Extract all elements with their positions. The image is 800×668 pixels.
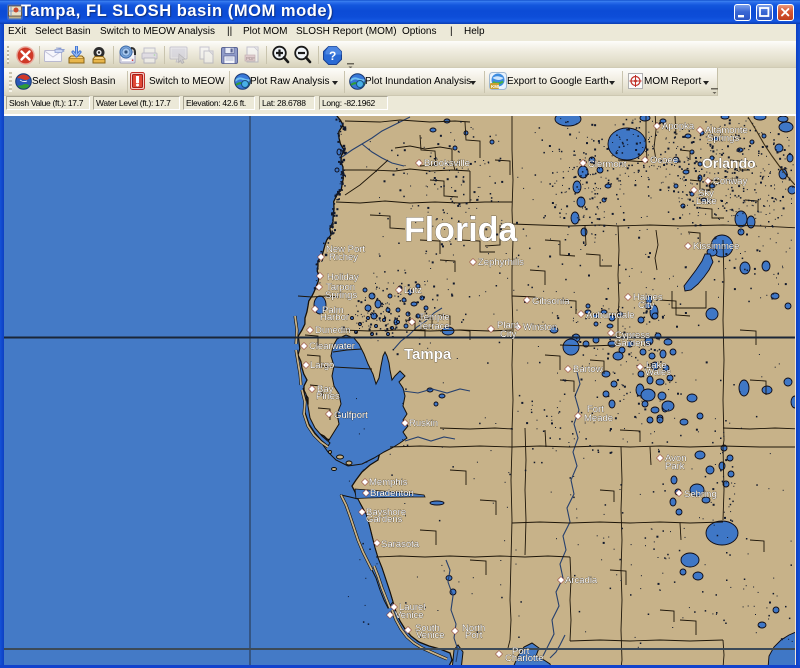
svg-text:Lake: Lake: [696, 196, 717, 207]
svg-text:Harbor: Harbor: [320, 312, 349, 323]
svg-text:Ocoee: Ocoee: [650, 155, 678, 166]
svg-text:Park: Park: [665, 461, 685, 472]
svg-text:Ruskin: Ruskin: [409, 418, 438, 429]
svg-text:Zephyrhills: Zephyrhills: [478, 257, 524, 268]
svg-text:Pines: Pines: [316, 391, 340, 402]
svg-text:KML: KML: [491, 84, 501, 89]
svg-text:Dunedin: Dunedin: [315, 325, 350, 336]
svg-text:Bartow: Bartow: [573, 364, 603, 375]
svg-text:Winston: Winston: [523, 322, 557, 333]
svg-text:Richey: Richey: [329, 252, 358, 263]
svg-text:Venice: Venice: [416, 630, 445, 641]
svg-text:Kissimmee: Kissimmee: [693, 241, 739, 252]
svg-text:Clermont: Clermont: [588, 159, 627, 170]
svg-text:Springs: Springs: [707, 133, 739, 144]
svg-text:Wales: Wales: [645, 367, 671, 378]
svg-text:Meade: Meade: [584, 413, 613, 424]
svg-text:Lutz: Lutz: [404, 285, 422, 296]
svg-text:City: City: [500, 329, 517, 340]
svg-text:Venice: Venice: [395, 610, 424, 621]
svg-text:Memphis: Memphis: [369, 477, 408, 488]
svg-text:Terrace: Terrace: [418, 321, 450, 332]
svg-text:Sarasota: Sarasota: [381, 539, 420, 550]
svg-text:City: City: [638, 300, 655, 311]
svg-text:Gardens: Gardens: [614, 338, 651, 349]
svg-text:Sebring: Sebring: [684, 489, 717, 500]
svg-text:Gulfport: Gulfport: [334, 410, 368, 421]
svg-text:Tampa: Tampa: [404, 346, 452, 363]
svg-text:PDF: PDF: [246, 56, 255, 61]
svg-text:?: ?: [329, 49, 336, 63]
svg-text:Bradenton: Bradenton: [370, 488, 414, 499]
svg-text:Clearwater: Clearwater: [309, 341, 355, 352]
svg-text:Auburndale: Auburndale: [586, 310, 635, 321]
svg-text:Charlotte: Charlotte: [505, 653, 544, 664]
svg-text:Springs: Springs: [325, 290, 357, 301]
svg-text:Gibsonia: Gibsonia: [532, 296, 570, 307]
svg-text:Orlando: Orlando: [702, 155, 756, 171]
svg-text:Port: Port: [465, 630, 483, 641]
svg-text:Florida: Florida: [404, 211, 518, 249]
svg-text:Largo: Largo: [310, 360, 334, 371]
svg-text:Gardens: Gardens: [366, 514, 403, 525]
svg-text:Arcadia: Arcadia: [565, 575, 598, 586]
svg-text:Brooksville: Brooksville: [424, 158, 470, 169]
svg-text:Conway: Conway: [713, 176, 748, 187]
svg-text:Apopka: Apopka: [662, 121, 695, 132]
